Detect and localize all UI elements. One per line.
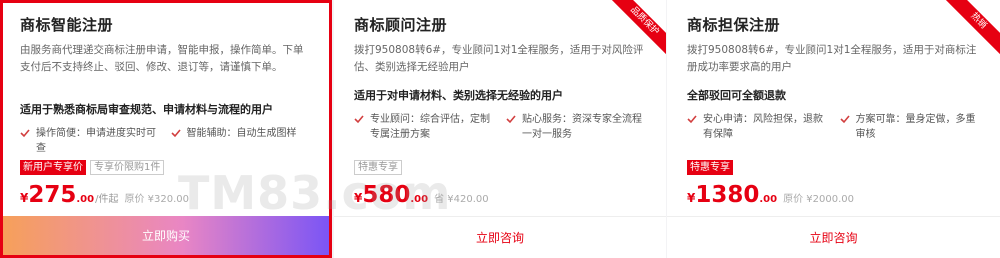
feature-text: 智能辅助：自动生成图样 (186, 128, 297, 139)
limit-tag: 专享价限购1件 (90, 160, 165, 175)
feature-item: 专业顾问：综合评估，定制专属注册方案 (354, 112, 496, 142)
original-price: 原价 ¥2000.00 (783, 194, 854, 205)
original-price: 省 ¥420.00 (434, 194, 489, 205)
buy-now-button[interactable]: 立即购买 (3, 216, 329, 255)
consult-button[interactable]: 立即咨询 (667, 216, 1000, 258)
check-icon (354, 115, 364, 124)
card-description: 由服务商代理递交商标注册申请，智能申报，操作简单。下单支付后不支持终止、驳回、修… (20, 44, 304, 73)
price-row: ¥ 580 .00 省 ¥420.00 (354, 182, 489, 208)
feature-text: 贴心服务：资深专家全流程一对一服务 (522, 114, 642, 140)
check-icon (687, 115, 697, 124)
consult-button[interactable]: 立即咨询 (334, 216, 666, 258)
card-description: 拨打950808转6#，专业顾问1对1全程服务，适用于对商标注册成功率要求高的用… (687, 44, 977, 73)
feature-text: 安心申请：风险担保，退款有保障 (703, 114, 823, 140)
currency-symbol: ¥ (354, 191, 363, 205)
feature-list: 专业顾问：综合评估，定制专属注册方案 贴心服务：资深专家全流程一对一服务 (354, 112, 648, 142)
feature-item: 贴心服务：资深专家全流程一对一服务 (506, 112, 648, 142)
price-value: 580 (362, 182, 411, 208)
tag-list: 特惠专享 (354, 160, 402, 175)
currency-symbol: ¥ (20, 191, 29, 205)
price-value: 1380 (695, 182, 760, 208)
card-headline: 适用于对申请材料、类别选择无经验的用户 (354, 89, 563, 102)
check-icon (170, 129, 181, 138)
check-icon (506, 115, 516, 124)
original-price: 原价 ¥320.00 (124, 194, 189, 205)
promo-tag: 新用户专享价 (20, 160, 86, 175)
feature-list: 安心申请：风险担保，退款有保障 方案可靠：量身定做，多重审核 (687, 112, 982, 142)
check-icon (839, 115, 850, 124)
tag-list: 新用户专享价 专享价限购1件 (20, 160, 165, 175)
feature-text: 方案可靠：量身定做，多重审核 (855, 114, 976, 140)
card-title: 商标担保注册 (687, 16, 781, 34)
product-card-smart: 商标智能注册 由服务商代理递交商标注册申请，智能申报，操作简单。下单支付后不支持… (0, 0, 332, 258)
feature-text: 操作简便：申请进度实时可查 (36, 128, 156, 154)
price-unit: /件起 (95, 194, 119, 205)
card-headline: 适用于熟悉商标局审查规范、申请材料与流程的用户 (20, 103, 273, 116)
feature-item: 方案可靠：量身定做，多重审核 (839, 112, 983, 142)
promo-tag: 特惠专享 (354, 160, 402, 175)
check-icon (20, 129, 30, 138)
price-decimals: .00 (759, 194, 778, 205)
feature-list: 操作简便：申请进度实时可查 智能辅助：自动生成图样 (20, 126, 311, 156)
feature-text: 专业顾问：综合评估，定制专属注册方案 (370, 114, 490, 140)
feature-item: 安心申请：风险担保，退款有保障 (687, 112, 830, 142)
currency-symbol: ¥ (687, 191, 696, 205)
product-card-guarantee: 热销 商标担保注册 拨打950808转6#，专业顾问1对1全程服务，适用于对商标… (667, 0, 1000, 258)
price-value: 275 (28, 182, 77, 208)
card-title: 商标智能注册 (20, 16, 114, 34)
product-card-consultant: 品质保护 商标顾问注册 拨打950808转6#，专业顾问1对1全程服务，适用于对… (334, 0, 666, 258)
feature-item: 操作简便：申请进度实时可查 (20, 126, 161, 156)
price-row: ¥ 275 .00 /件起 原价 ¥320.00 (20, 182, 189, 208)
promo-tag: 特惠专享 (687, 160, 733, 175)
price-decimals: .00 (76, 194, 95, 205)
price-decimals: .00 (410, 194, 429, 205)
tag-list: 特惠专享 (687, 160, 733, 175)
card-title: 商标顾问注册 (354, 16, 448, 34)
price-row: ¥ 1380 .00 原价 ¥2000.00 (687, 182, 854, 208)
card-description: 拨打950808转6#，专业顾问1对1全程服务，适用于对风险评估、类别选择无经验… (354, 44, 644, 73)
feature-item: 智能辅助：自动生成图样 (170, 126, 312, 156)
card-headline: 全部驳回可全额退款 (687, 89, 786, 102)
